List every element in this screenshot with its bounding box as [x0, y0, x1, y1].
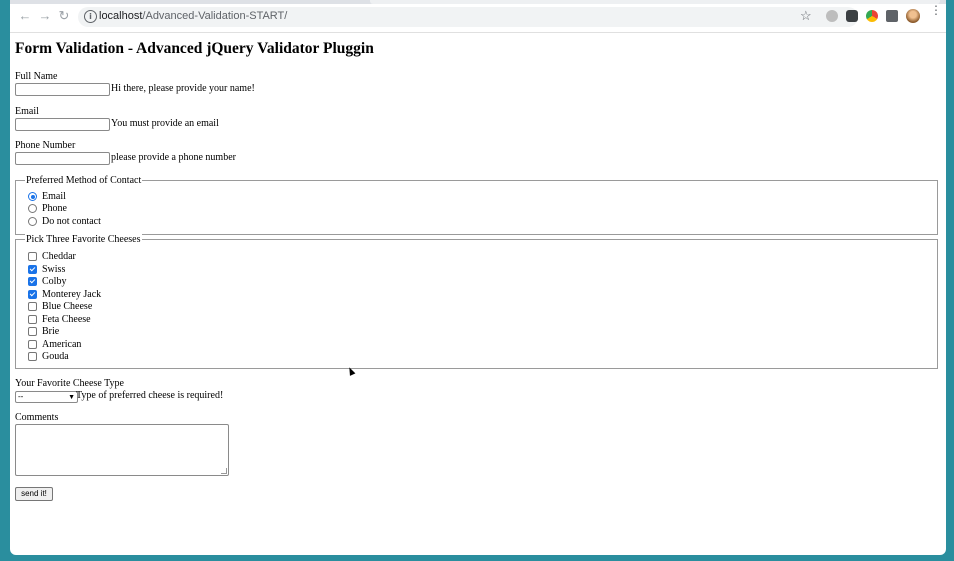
checkbox-cheddar[interactable] [28, 252, 37, 261]
forward-icon[interactable]: → [38, 9, 52, 23]
url-host: localhost [99, 10, 143, 22]
phone-hint: please provide a phone number [111, 152, 236, 163]
cheese-option-monterey-jack[interactable]: Monterey Jack [28, 289, 101, 300]
extension-notion-icon[interactable] [846, 10, 858, 22]
chevron-down-icon: ▼ [68, 393, 75, 401]
reload-icon[interactable]: ↻ [57, 9, 71, 23]
back-icon[interactable]: ← [18, 9, 32, 23]
cheese-option-label: Brie [42, 326, 60, 337]
page-title: Form Validation - Advanced jQuery Valida… [15, 40, 374, 57]
cheeses-fieldset: Pick Three Favorite Cheeses Cheddar Swis… [15, 234, 938, 369]
active-tab-edge[interactable] [370, 0, 940, 4]
cheese-option-label: Blue Cheese [42, 301, 93, 312]
address-bar[interactable]: i localhost/Advanced-Validation-START/ [78, 7, 858, 27]
email-label: Email [15, 106, 39, 117]
resize-grip-icon[interactable] [221, 468, 227, 474]
cheese-option-label: Gouda [42, 351, 69, 362]
tab-strip [10, 0, 946, 4]
contact-option-label: Phone [42, 203, 67, 214]
comments-label: Comments [15, 412, 59, 423]
bookmark-star-icon[interactable]: ☆ [800, 8, 812, 24]
full-name-label: Full Name [15, 71, 58, 82]
cheese-option-brie[interactable]: Brie [28, 326, 59, 337]
cheese-option-label: Colby [42, 276, 67, 287]
contact-legend: Preferred Method of Contact [25, 175, 143, 186]
cheese-option-label: Swiss [42, 264, 66, 275]
email-hint: You must provide an email [111, 118, 219, 129]
checkbox-monterey-jack[interactable] [28, 290, 37, 299]
url-text[interactable]: localhost/Advanced-Validation-START/ [99, 10, 287, 22]
cheese-option-label: Feta Cheese [42, 314, 91, 325]
checkbox-colby[interactable] [28, 277, 37, 286]
checkbox-swiss[interactable] [28, 265, 37, 274]
cheese-type-select[interactable]: -- ▼ [15, 391, 78, 403]
send-button[interactable]: send it! [15, 487, 53, 501]
info-icon[interactable]: i [84, 10, 97, 23]
menu-kebab-icon[interactable]: ⋮ [930, 4, 942, 16]
checkbox-gouda[interactable] [28, 352, 37, 361]
radio-email[interactable] [28, 192, 37, 201]
cheese-type-label: Your Favorite Cheese Type [15, 378, 124, 389]
cheese-option-american[interactable]: American [28, 339, 81, 350]
radio-phone[interactable] [28, 204, 37, 213]
full-name-hint: Hi there, please provide your name! [111, 83, 255, 94]
cheese-option-gouda[interactable]: Gouda [28, 351, 69, 362]
cheese-option-cheddar[interactable]: Cheddar [28, 251, 76, 262]
phone-input[interactable] [15, 152, 110, 165]
contact-option-email[interactable]: Email [28, 191, 66, 202]
contact-fieldset: Preferred Method of Contact Email Phone … [15, 175, 938, 235]
contact-option-none[interactable]: Do not contact [28, 216, 101, 227]
checkbox-blue[interactable] [28, 302, 37, 311]
cheese-option-feta[interactable]: Feta Cheese [28, 314, 91, 325]
cheese-option-label: American [42, 339, 82, 350]
cheese-type-selected: -- [18, 392, 24, 401]
full-name-input[interactable] [15, 83, 110, 96]
cheese-option-colby[interactable]: Colby [28, 276, 66, 287]
cheese-option-swiss[interactable]: Swiss [28, 264, 65, 275]
contact-option-label: Email [42, 191, 66, 202]
checkbox-american[interactable] [28, 340, 37, 349]
cheeses-legend: Pick Three Favorite Cheeses [25, 234, 142, 245]
extension-chrome-icon[interactable] [866, 10, 878, 22]
cheese-type-hint: Type of preferred cheese is required! [76, 390, 224, 401]
browser-toolbar: ← → ↻ i localhost/Advanced-Validation-ST… [10, 0, 946, 33]
checkbox-brie[interactable] [28, 327, 37, 336]
contact-option-phone[interactable]: Phone [28, 203, 67, 214]
phone-label: Phone Number [15, 140, 76, 151]
comments-textarea[interactable] [15, 424, 229, 476]
url-path: /Advanced-Validation-START/ [142, 10, 288, 22]
cheese-option-label: Cheddar [42, 251, 76, 262]
profile-avatar[interactable] [906, 9, 920, 23]
checkbox-feta[interactable] [28, 315, 37, 324]
cheese-option-blue[interactable]: Blue Cheese [28, 301, 92, 312]
extension-globe-icon[interactable] [826, 10, 838, 22]
contact-option-label: Do not contact [42, 216, 101, 227]
email-input[interactable] [15, 118, 110, 131]
radio-none[interactable] [28, 217, 37, 226]
browser-window: ← → ↻ i localhost/Advanced-Validation-ST… [10, 0, 946, 555]
extensions-puzzle-icon[interactable] [886, 10, 898, 22]
cheese-option-label: Monterey Jack [42, 289, 102, 300]
